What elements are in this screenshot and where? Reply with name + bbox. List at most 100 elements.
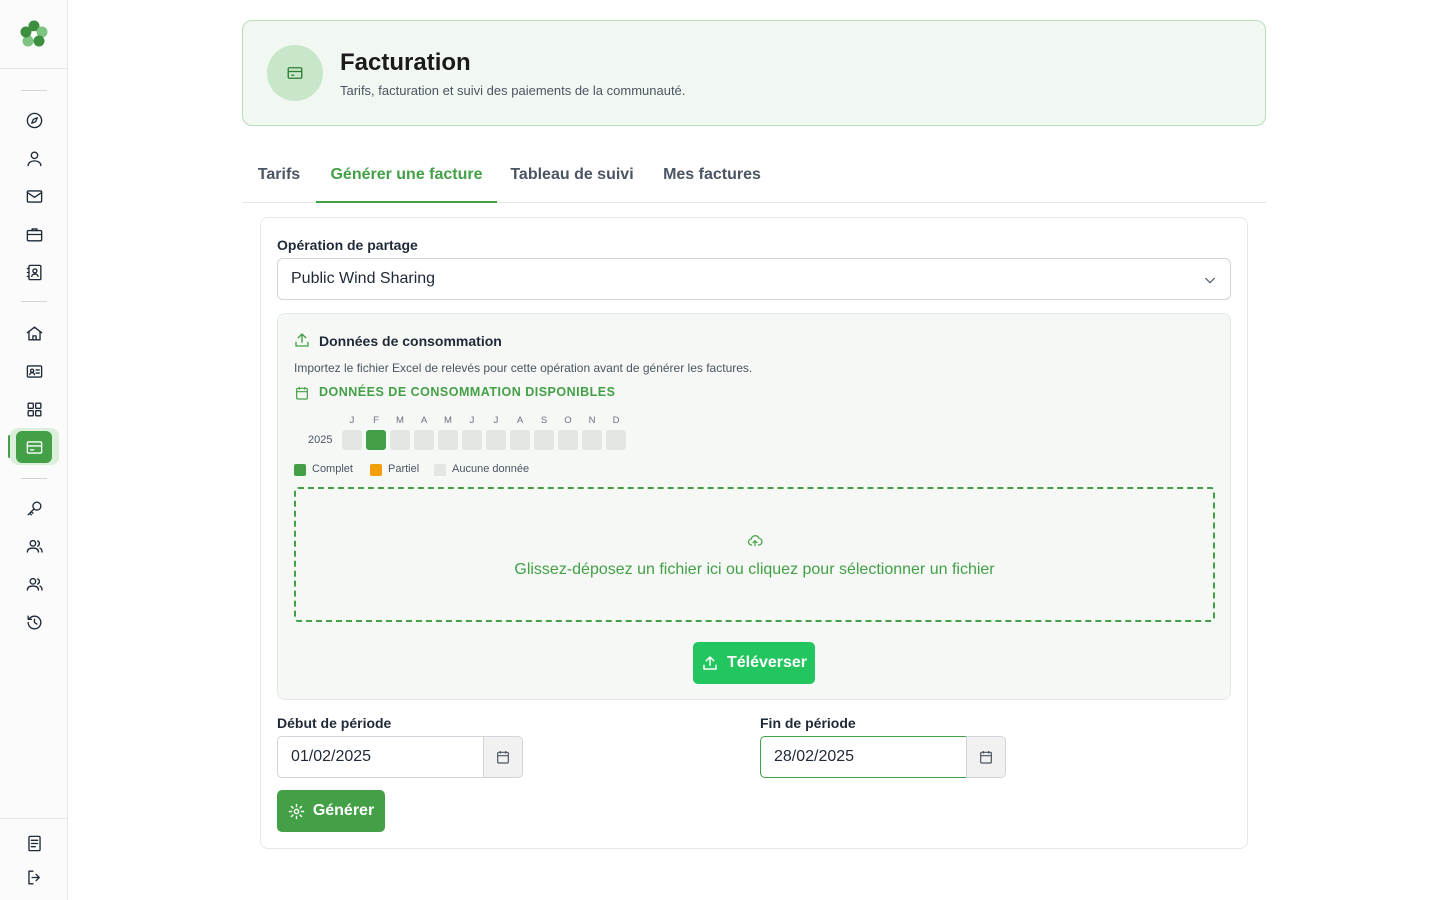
- available-data-title: DONNÉES DE CONSOMMATION DISPONIBLES: [319, 385, 616, 399]
- month-letter: J: [469, 415, 475, 426]
- month-cell[interactable]: [342, 430, 362, 450]
- sidebar-item-contacts[interactable]: [16, 256, 52, 288]
- sidebar-divider: [0, 818, 67, 819]
- month-letter: M: [444, 415, 452, 426]
- sidebar-divider: [21, 478, 47, 479]
- contact-card-icon: [26, 264, 42, 280]
- tab-tarifs[interactable]: Tarifs: [242, 146, 316, 203]
- generate-button[interactable]: Générer: [277, 790, 385, 832]
- month-letter: M: [396, 415, 404, 426]
- month-letter: A: [420, 415, 428, 426]
- operation-select-value: Public Wind Sharing: [291, 270, 436, 287]
- home-icon: [26, 325, 42, 341]
- sidebar-item-explore[interactable]: [16, 104, 52, 136]
- page-subtitle: Tarifs, facturation et suivi des paiemen…: [340, 83, 686, 98]
- month-letter: S: [540, 415, 548, 426]
- operation-label: Opération de partage: [277, 237, 418, 253]
- users-icon: [26, 539, 43, 553]
- credit-card-icon: [287, 67, 303, 79]
- period-start-calendar-button[interactable]: [483, 736, 523, 778]
- legend-swatch-none: [434, 464, 446, 476]
- invoice-form-panel: Opération de partage Public Wind Sharing…: [260, 217, 1248, 849]
- upload-button-label: Téléverser: [726, 654, 808, 671]
- sidebar-item-operations[interactable]: [16, 218, 52, 250]
- month-cell[interactable]: [438, 430, 458, 450]
- legend-swatch-complete: [294, 464, 306, 476]
- period-end-calendar-button[interactable]: [966, 736, 1006, 778]
- month-letter: F: [373, 415, 379, 426]
- legend-label-partial: Partiel: [388, 463, 420, 475]
- sidebar-item-users[interactable]: [16, 530, 52, 562]
- sidebar-item-docs[interactable]: [16, 827, 52, 859]
- tab-generate-invoice[interactable]: Générer une facture: [316, 146, 497, 203]
- sidebar-item-messages[interactable]: [16, 180, 52, 212]
- logout-icon: [27, 869, 40, 885]
- period-end-input[interactable]: 28/02/2025: [760, 736, 967, 778]
- year-label: 2025: [308, 434, 333, 446]
- key-icon: [26, 500, 42, 516]
- credit-card-icon: [26, 440, 42, 454]
- tab-my-invoices[interactable]: Mes factures: [647, 146, 777, 203]
- sidebar-item-groups[interactable]: [16, 568, 52, 600]
- clover-logo-icon[interactable]: [19, 19, 49, 49]
- page-header: Facturation Tarifs, facturation et suivi…: [242, 20, 1266, 126]
- sidebar-item-dashboard[interactable]: [16, 393, 52, 425]
- upload-icon: [295, 333, 309, 347]
- document-icon: [27, 835, 41, 851]
- sidebar-divider: [21, 301, 47, 302]
- sidebar-item-history[interactable]: [16, 606, 52, 638]
- consumption-section: Données de consommation Importez le fich…: [277, 313, 1231, 700]
- month-cell[interactable]: [534, 430, 554, 450]
- legend-label-none: Aucune donnée: [452, 463, 530, 475]
- month-letter: J: [349, 415, 355, 426]
- cloud-upload-icon: [747, 535, 763, 547]
- mail-icon: [26, 189, 42, 203]
- month-letter: O: [564, 415, 572, 426]
- upload-icon: [703, 656, 717, 670]
- month-cell[interactable]: [462, 430, 482, 450]
- month-letter: A: [516, 415, 524, 426]
- file-dropzone[interactable]: Glissez-déposez un fichier ici ou clique…: [294, 487, 1215, 622]
- calendar-icon: [497, 751, 509, 764]
- month-cell[interactable]: [606, 430, 626, 450]
- chevron-down-icon: [1204, 277, 1216, 284]
- calendar-icon: [980, 751, 992, 764]
- users-alt-icon: [26, 577, 43, 591]
- month-cell[interactable]: [366, 430, 386, 450]
- sidebar-item-home[interactable]: [16, 317, 52, 349]
- sidebar-divider: [0, 68, 67, 69]
- sidebar-item-members[interactable]: [16, 355, 52, 387]
- sidebar-item-billing[interactable]: [16, 431, 52, 463]
- period-end-label: Fin de période: [760, 715, 856, 731]
- user-icon: [26, 150, 42, 166]
- month-cell[interactable]: [558, 430, 578, 450]
- upload-button[interactable]: Téléverser: [693, 642, 815, 684]
- history-icon: [26, 614, 41, 629]
- month-cell[interactable]: [486, 430, 506, 450]
- month-letter: N: [588, 415, 596, 426]
- legend-label-complete: Complet: [312, 463, 353, 475]
- month-letter: D: [612, 415, 620, 426]
- sidebar-divider: [21, 90, 47, 91]
- period-start-input[interactable]: 01/02/2025: [277, 736, 484, 778]
- sidebar: [0, 0, 68, 900]
- page-title: Facturation: [340, 49, 471, 76]
- month-cell[interactable]: [390, 430, 410, 450]
- consumption-description: Importez le fichier Excel de relevés pou…: [294, 361, 753, 375]
- month-cell[interactable]: [414, 430, 434, 450]
- consumption-title: Données de consommation: [319, 333, 502, 349]
- tab-bar: Tarifs Générer une facture Tableau de su…: [242, 146, 1266, 203]
- header-icon-badge: [267, 45, 323, 101]
- legend-swatch-partial: [370, 464, 382, 476]
- month-cell[interactable]: [582, 430, 602, 450]
- id-card-icon: [26, 364, 42, 378]
- operation-select[interactable]: Public Wind Sharing: [277, 258, 1231, 300]
- sidebar-item-profile[interactable]: [16, 142, 52, 174]
- compass-icon: [26, 112, 42, 128]
- gear-icon: [288, 803, 305, 819]
- grid-icon: [26, 401, 42, 417]
- sidebar-item-keys[interactable]: [16, 492, 52, 524]
- sidebar-item-logout[interactable]: [16, 861, 52, 893]
- month-cell[interactable]: [510, 430, 530, 450]
- tab-tracking[interactable]: Tableau de suivi: [497, 146, 647, 203]
